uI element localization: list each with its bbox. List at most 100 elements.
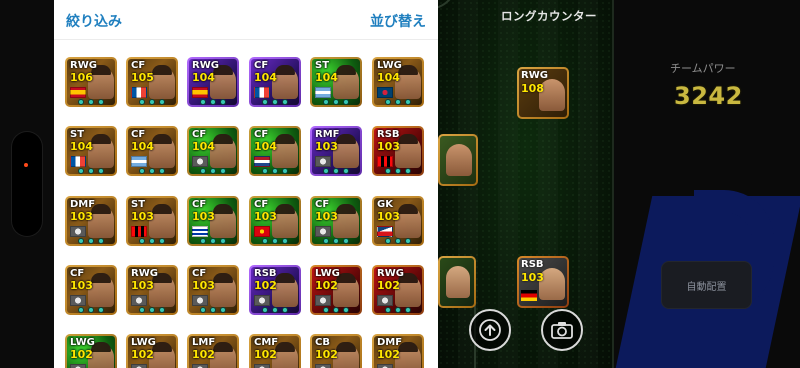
skill-indicators bbox=[260, 238, 290, 244]
player-card[interactable]: CF 103 bbox=[65, 265, 117, 315]
player-card[interactable]: RMF 103 bbox=[310, 126, 362, 176]
card-position: CF bbox=[192, 129, 207, 140]
player-card[interactable]: CB 102 bbox=[310, 334, 362, 368]
skill-dot-icon bbox=[88, 307, 94, 313]
player-card[interactable]: LWG 102 bbox=[126, 334, 178, 368]
player-card[interactable]: CF 105 bbox=[126, 57, 178, 107]
player-card[interactable]: CMF 102 bbox=[249, 334, 301, 368]
player-card[interactable]: CF 103 bbox=[187, 196, 239, 246]
player-card[interactable]: RWG 103 bbox=[126, 265, 178, 315]
card-rating: 106 bbox=[70, 71, 93, 84]
netherlands-flag-icon bbox=[254, 156, 270, 167]
player-card[interactable]: CF 103 bbox=[187, 265, 239, 315]
player-card[interactable]: ST 104 bbox=[65, 126, 117, 176]
player-card[interactable]: LWG 102 bbox=[310, 265, 362, 315]
card-position: DMF bbox=[70, 199, 96, 210]
skill-dot-icon bbox=[282, 99, 288, 105]
pitch-player-card-partial[interactable] bbox=[438, 256, 476, 308]
skill-dot-icon bbox=[405, 168, 411, 174]
camera-icon bbox=[551, 322, 573, 339]
player-card[interactable]: DMF 103 bbox=[65, 196, 117, 246]
player-card[interactable]: RWG 102 bbox=[372, 265, 424, 315]
skill-dot-icon bbox=[333, 168, 339, 174]
player-card[interactable]: RWG 104 bbox=[187, 57, 239, 107]
player-card[interactable]: LWG 104 bbox=[372, 57, 424, 107]
skill-dot-icon bbox=[323, 168, 329, 174]
skill-indicators bbox=[321, 307, 351, 313]
player-card[interactable]: CF 103 bbox=[249, 196, 301, 246]
card-rating: 103 bbox=[377, 210, 400, 223]
player-card[interactable]: DMF 102 bbox=[372, 334, 424, 368]
pitch-player-card[interactable]: RWG 108 bbox=[517, 67, 569, 119]
club-flag-icon bbox=[192, 295, 208, 306]
card-rating: 104 bbox=[254, 71, 277, 84]
card-position: RWG bbox=[70, 60, 97, 71]
skill-dot-icon bbox=[343, 168, 349, 174]
player-card[interactable]: LMF 102 bbox=[187, 334, 239, 368]
skill-dot-icon bbox=[272, 307, 278, 313]
card-position: CF bbox=[254, 129, 269, 140]
device-notch bbox=[12, 132, 42, 236]
formation-title: ロングカウンター bbox=[501, 9, 597, 23]
skill-dot-icon bbox=[149, 99, 155, 105]
player-card[interactable]: LWG 102 bbox=[65, 334, 117, 368]
game-screen: ロングカウンター RWG 108 RSB 103 チームパワー 3242 自動配… bbox=[0, 0, 800, 368]
skill-dot-icon bbox=[282, 238, 288, 244]
auto-arrange-button[interactable]: 自動配置 bbox=[661, 261, 752, 309]
skill-dot-icon bbox=[385, 307, 391, 313]
skill-indicators bbox=[76, 307, 106, 313]
skill-indicators bbox=[383, 238, 413, 244]
skill-dot-icon bbox=[139, 168, 145, 174]
skill-dot-icon bbox=[282, 307, 288, 313]
player-card[interactable]: CF 104 bbox=[126, 126, 178, 176]
player-card[interactable]: RSB 102 bbox=[249, 265, 301, 315]
pitch-player-card[interactable]: RSB 103 bbox=[517, 256, 569, 308]
player-card[interactable]: GK 103 bbox=[372, 196, 424, 246]
skill-dot-icon bbox=[323, 238, 329, 244]
card-rating: 102 bbox=[377, 348, 400, 361]
player-card[interactable]: RWG 106 bbox=[65, 57, 117, 107]
card-position: RSB bbox=[254, 268, 277, 279]
sort-button[interactable]: 並び替え bbox=[370, 11, 426, 31]
card-position: GK bbox=[377, 199, 393, 210]
card-position: CF bbox=[131, 60, 146, 71]
skill-dot-icon bbox=[405, 99, 411, 105]
club-flag-icon bbox=[254, 364, 270, 368]
france-flag-icon bbox=[70, 156, 86, 167]
screenshot-button[interactable] bbox=[541, 309, 583, 351]
skill-indicators bbox=[383, 168, 413, 174]
skill-indicators bbox=[76, 238, 106, 244]
player-card[interactable]: RSB 103 bbox=[372, 126, 424, 176]
skill-dot-icon bbox=[78, 168, 84, 174]
card-rating: 103 bbox=[315, 140, 338, 153]
card-position: RSB bbox=[377, 129, 400, 140]
player-card[interactable]: CF 104 bbox=[249, 57, 301, 107]
psg-flag-icon bbox=[377, 87, 393, 98]
card-position: ST bbox=[315, 60, 330, 71]
czech-flag-icon bbox=[377, 226, 393, 237]
filter-button[interactable]: 絞り込み bbox=[66, 11, 122, 31]
skill-dot-icon bbox=[395, 307, 401, 313]
skill-indicators bbox=[321, 99, 351, 105]
player-card[interactable]: ST 103 bbox=[126, 196, 178, 246]
pitch-player-card-partial[interactable] bbox=[438, 134, 478, 186]
card-position: CMF bbox=[254, 337, 279, 348]
manutd-flag-icon bbox=[254, 226, 270, 237]
team-panel: チームパワー 3242 自動配置 bbox=[614, 0, 800, 368]
card-position: RMF bbox=[315, 129, 340, 140]
skill-dot-icon bbox=[262, 99, 268, 105]
player-card[interactable]: ST 104 bbox=[310, 57, 362, 107]
skill-dot-icon bbox=[210, 307, 216, 313]
upload-button[interactable] bbox=[469, 309, 511, 351]
club-flag-icon bbox=[192, 364, 208, 368]
player-card[interactable]: CF 104 bbox=[249, 126, 301, 176]
club-flag-icon bbox=[254, 295, 270, 306]
card-rating: 102 bbox=[315, 348, 338, 361]
player-card[interactable]: CF 104 bbox=[187, 126, 239, 176]
player-card[interactable]: CF 103 bbox=[310, 196, 362, 246]
skill-indicators bbox=[260, 168, 290, 174]
card-position: CB bbox=[315, 337, 330, 348]
skill-indicators bbox=[137, 307, 167, 313]
card-position: LWG bbox=[70, 337, 95, 348]
card-rating: 105 bbox=[131, 71, 154, 84]
